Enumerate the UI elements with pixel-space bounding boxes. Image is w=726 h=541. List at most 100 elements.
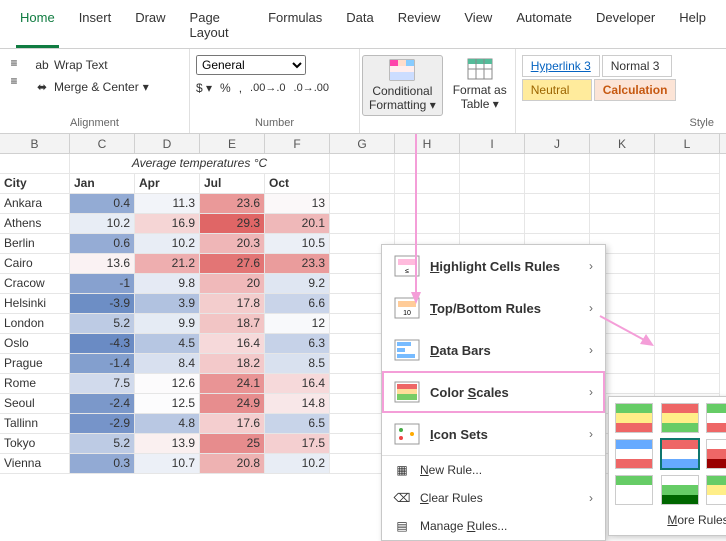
table-header[interactable]: Oct xyxy=(265,174,330,194)
tab-page-layout[interactable]: Page Layout xyxy=(178,4,257,48)
tab-developer[interactable]: Developer xyxy=(584,4,667,48)
cell[interactable] xyxy=(590,174,655,194)
col-header-K[interactable]: K xyxy=(590,134,655,153)
cell[interactable] xyxy=(590,214,655,234)
cf-new-rule[interactable]: ▦ New Rule... xyxy=(382,456,605,484)
data-cell[interactable]: 12.5 xyxy=(135,394,200,414)
cell[interactable] xyxy=(330,174,395,194)
data-cell[interactable]: -1 xyxy=(70,274,135,294)
col-header-I[interactable]: I xyxy=(460,134,525,153)
data-cell[interactable]: 27.6 xyxy=(200,254,265,274)
cell[interactable] xyxy=(655,374,720,394)
tab-formulas[interactable]: Formulas xyxy=(256,4,334,48)
data-cell[interactable]: 17.6 xyxy=(200,414,265,434)
data-cell[interactable]: 16.4 xyxy=(200,334,265,354)
data-cell[interactable]: 25 xyxy=(200,434,265,454)
cell[interactable] xyxy=(460,154,525,174)
color-scale-option[interactable] xyxy=(706,403,726,433)
table-header[interactable]: Jan xyxy=(70,174,135,194)
data-cell[interactable]: 9.2 xyxy=(265,274,330,294)
data-cell[interactable]: 21.2 xyxy=(135,254,200,274)
data-cell[interactable]: 9.8 xyxy=(135,274,200,294)
data-cell[interactable]: 13.9 xyxy=(135,434,200,454)
color-scale-option[interactable] xyxy=(661,403,699,433)
data-cell[interactable]: 20 xyxy=(200,274,265,294)
data-cell[interactable]: 29.3 xyxy=(200,214,265,234)
data-cell[interactable]: -4.3 xyxy=(70,334,135,354)
city-cell[interactable]: London xyxy=(0,314,70,334)
data-cell[interactable]: 13 xyxy=(265,194,330,214)
city-cell[interactable]: Oslo xyxy=(0,334,70,354)
data-cell[interactable]: 24.1 xyxy=(200,374,265,394)
data-cell[interactable]: 0.6 xyxy=(70,234,135,254)
data-cell[interactable]: 24.9 xyxy=(200,394,265,414)
cell[interactable] xyxy=(655,174,720,194)
data-cell[interactable]: 10.5 xyxy=(265,234,330,254)
currency-button[interactable]: $ ▾ xyxy=(196,81,212,95)
col-header-C[interactable]: C xyxy=(70,134,135,153)
cell[interactable] xyxy=(655,234,720,254)
data-cell[interactable]: 9.9 xyxy=(135,314,200,334)
cf-clear-rules[interactable]: ⌫ Clear Rules › xyxy=(382,484,605,512)
align-top-icon[interactable]: ≡ xyxy=(6,55,22,71)
city-cell[interactable]: Cairo xyxy=(0,254,70,274)
data-cell[interactable]: 23.3 xyxy=(265,254,330,274)
color-scale-option[interactable] xyxy=(615,475,653,505)
cell-style-normal[interactable]: Normal 3 xyxy=(602,55,672,77)
cell[interactable] xyxy=(525,174,590,194)
merge-center-button[interactable]: ⬌ Merge & Center ▾ xyxy=(30,77,153,97)
data-cell[interactable]: 12 xyxy=(265,314,330,334)
cell[interactable] xyxy=(655,294,720,314)
cell[interactable] xyxy=(460,194,525,214)
color-scale-option[interactable] xyxy=(615,439,653,469)
data-cell[interactable]: 20.8 xyxy=(200,454,265,474)
cell[interactable] xyxy=(460,174,525,194)
cell[interactable] xyxy=(395,154,460,174)
city-cell[interactable]: Cracow xyxy=(0,274,70,294)
color-scale-option[interactable] xyxy=(615,403,653,433)
col-header-L[interactable]: L xyxy=(655,134,720,153)
tab-review[interactable]: Review xyxy=(386,4,453,48)
cell[interactable] xyxy=(655,214,720,234)
cf-icon-sets[interactable]: Icon Sets › xyxy=(382,413,605,455)
cell[interactable] xyxy=(655,194,720,214)
cell[interactable] xyxy=(655,274,720,294)
cell[interactable] xyxy=(330,194,395,214)
col-header-E[interactable]: E xyxy=(200,134,265,153)
data-cell[interactable]: -2.4 xyxy=(70,394,135,414)
col-header-G[interactable]: G xyxy=(330,134,395,153)
data-cell[interactable]: 7.5 xyxy=(70,374,135,394)
data-cell[interactable]: -3.9 xyxy=(70,294,135,314)
city-cell[interactable]: Athens xyxy=(0,214,70,234)
data-cell[interactable]: 16.4 xyxy=(265,374,330,394)
cell[interactable] xyxy=(395,214,460,234)
format-as-table-button[interactable]: Format asTable ▾ xyxy=(447,55,513,114)
col-header-D[interactable]: D xyxy=(135,134,200,153)
data-cell[interactable]: 13.6 xyxy=(70,254,135,274)
cf-highlight-cells[interactable]: ≤ Highlight Cells Rules › xyxy=(382,245,605,287)
cell[interactable] xyxy=(655,314,720,334)
data-cell[interactable]: 17.8 xyxy=(200,294,265,314)
col-header-F[interactable]: F xyxy=(265,134,330,153)
data-cell[interactable]: 5.2 xyxy=(70,434,135,454)
cell-style-neutral[interactable]: Neutral xyxy=(522,79,592,101)
color-scale-option[interactable] xyxy=(706,475,726,505)
data-cell[interactable]: 6.5 xyxy=(265,414,330,434)
data-cell[interactable]: 0.3 xyxy=(70,454,135,474)
data-cell[interactable]: -1.4 xyxy=(70,354,135,374)
city-cell[interactable]: Berlin xyxy=(0,234,70,254)
cell[interactable] xyxy=(655,254,720,274)
cell[interactable] xyxy=(525,194,590,214)
conditional-formatting-button[interactable]: ConditionalFormatting ▾ xyxy=(362,55,443,116)
data-cell[interactable]: 10.2 xyxy=(70,214,135,234)
cell[interactable] xyxy=(330,214,395,234)
cs-more-rules[interactable]: More Rules... xyxy=(615,505,726,529)
table-header[interactable]: Apr xyxy=(135,174,200,194)
city-cell[interactable]: Tokyo xyxy=(0,434,70,454)
data-cell[interactable]: 10.7 xyxy=(135,454,200,474)
data-cell[interactable]: -2.9 xyxy=(70,414,135,434)
data-cell[interactable]: 6.3 xyxy=(265,334,330,354)
col-header-J[interactable]: J xyxy=(525,134,590,153)
number-format-select[interactable]: General xyxy=(196,55,306,75)
data-cell[interactable]: 20.1 xyxy=(265,214,330,234)
